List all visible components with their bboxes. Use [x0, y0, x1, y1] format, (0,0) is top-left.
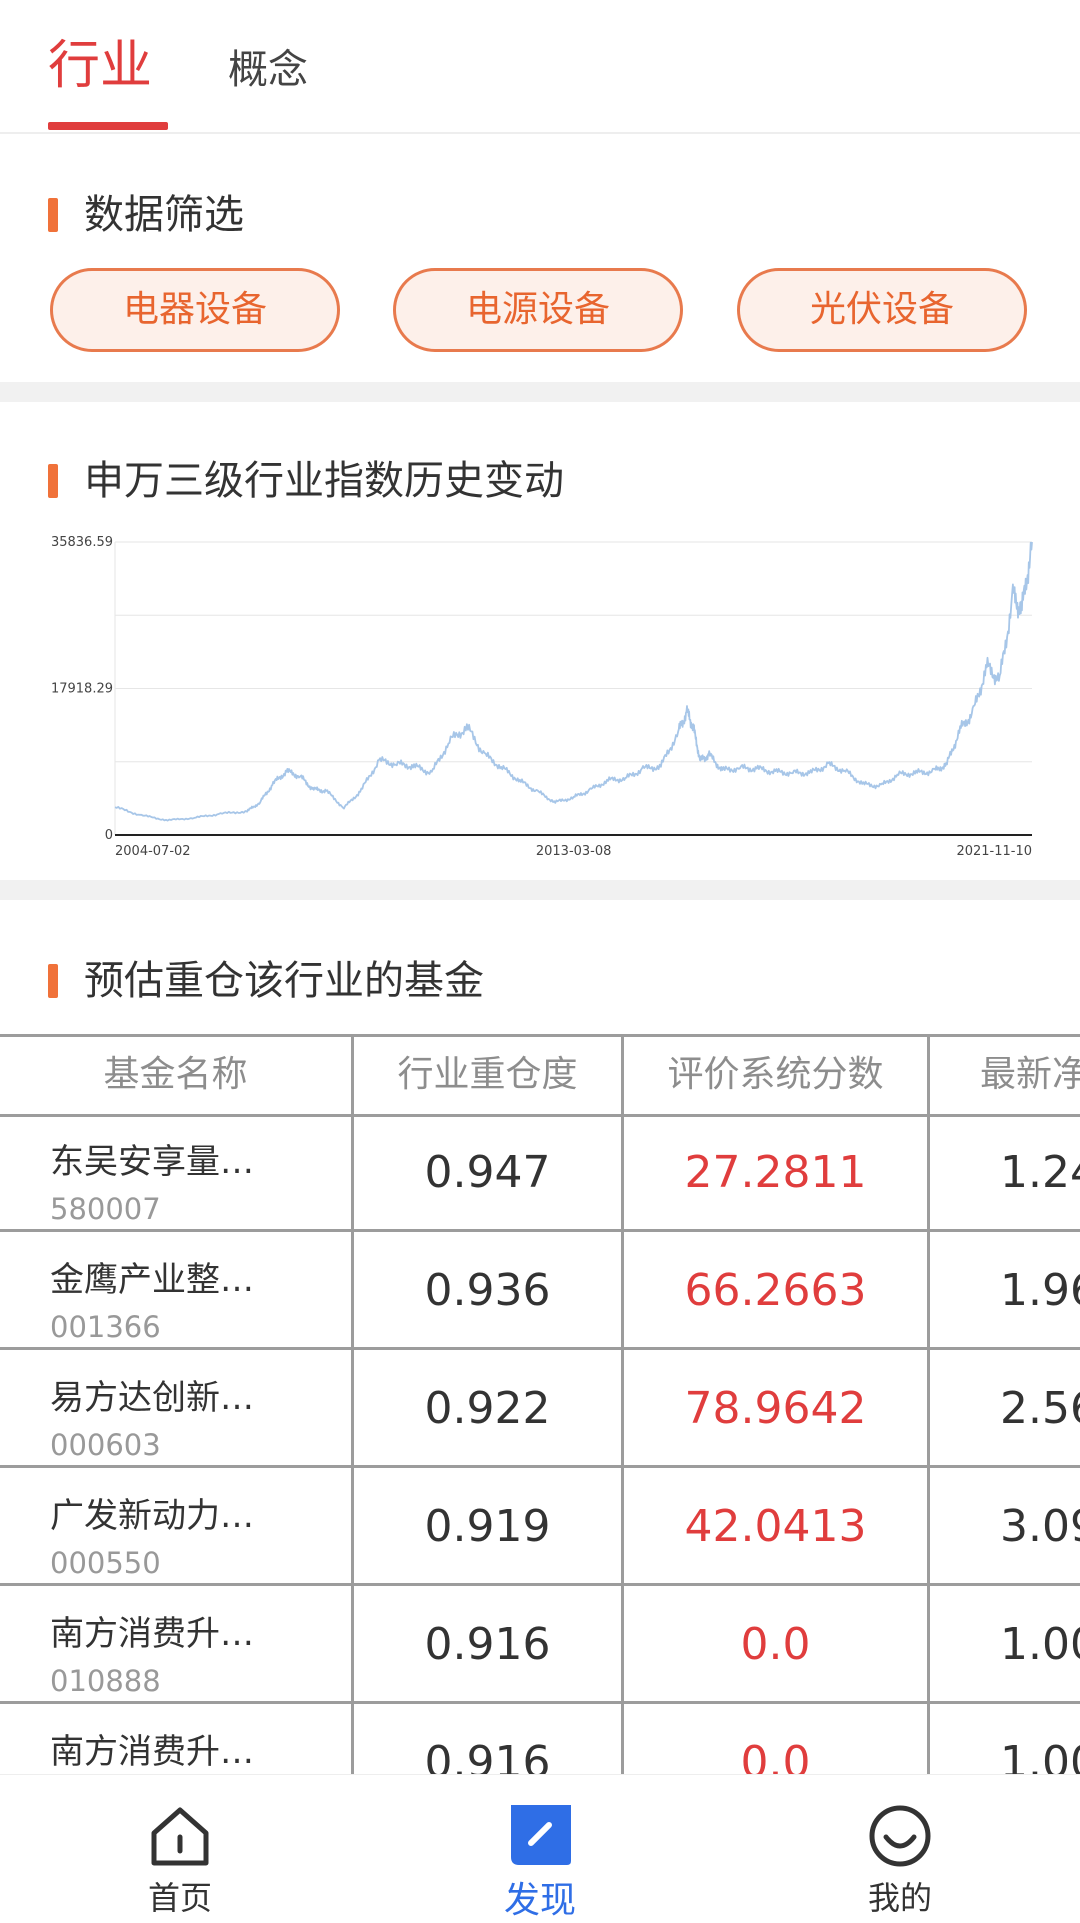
- active-tab-indicator: [48, 122, 168, 130]
- chart-y-tick-label: 35836.59: [51, 535, 113, 550]
- filter-chip-pv-equipment[interactable]: 光伏设备: [737, 268, 1027, 352]
- heading-accent-bar: [48, 464, 58, 498]
- filter-section-title: 数据筛选: [84, 192, 244, 238]
- rating-score-value: 0.0: [624, 1704, 930, 1774]
- chart-x-tick-label: 2004-07-02: [115, 844, 191, 859]
- fund-name-cell: 易方达创新… 000603: [0, 1350, 354, 1468]
- table-row[interactable]: 金鹰产业整… 001366 0.936 66.2663 1.96: [0, 1232, 1080, 1350]
- nav-discover-label: 发现: [503, 1880, 576, 1921]
- table-header-row: 基金名称 行业重仓度 评价系统分数 最新净: [0, 1034, 1080, 1117]
- latest-nav-value: 2.56: [930, 1350, 1080, 1468]
- fund-code: 580007: [50, 1192, 161, 1226]
- industry-weight-value: 0.936: [354, 1232, 624, 1350]
- chart-x-tick-label: 2013-03-08: [536, 844, 612, 859]
- nav-home[interactable]: 首页: [60, 1775, 300, 1921]
- heading-accent-bar: [48, 964, 58, 998]
- fund-name-cell: 金鹰产业整… 001366: [0, 1232, 354, 1350]
- filter-chip-power-equipment[interactable]: 电源设备: [393, 268, 683, 352]
- chart-x-tick-label: 2021-11-10: [956, 844, 1032, 859]
- fund-name: 广发新动力…: [50, 1496, 254, 1536]
- chart-y-tick-label: 0: [105, 828, 113, 843]
- rating-score-value: 42.0413: [624, 1468, 930, 1586]
- latest-nav-value: 1.00: [930, 1586, 1080, 1704]
- column-header-industry-weight[interactable]: 行业重仓度: [354, 1037, 624, 1117]
- nav-discover[interactable]: 发现: [420, 1775, 660, 1921]
- column-header-rating-score[interactable]: 评价系统分数: [624, 1037, 930, 1117]
- rating-score-value: 78.9642: [624, 1350, 930, 1468]
- fund-name: 易方达创新…: [50, 1378, 254, 1418]
- fund-name-cell: 东吴安享量… 580007: [0, 1114, 354, 1232]
- industry-weight-value: 0.922: [354, 1350, 624, 1468]
- fund-code: 001366: [50, 1310, 161, 1344]
- section-divider: [0, 880, 1080, 900]
- fund-name-cell: 南方消费升… 010888: [0, 1586, 354, 1704]
- table-row[interactable]: 南方消费升… 0.916 0.0 1.00: [0, 1704, 1080, 1774]
- fund-table: 基金名称 行业重仓度 评价系统分数 最新净 东吴安享量… 580007 0.94…: [0, 1034, 1080, 1774]
- chart-section-title: 申万三级行业指数历史变动: [84, 458, 564, 504]
- fund-name-cell: 广发新动力… 000550: [0, 1468, 354, 1586]
- industry-weight-value: 0.916: [354, 1704, 624, 1774]
- chart-series-line: [114, 541, 1033, 822]
- fund-code: 000603: [50, 1428, 161, 1462]
- fund-name: 金鹰产业整…: [50, 1260, 254, 1300]
- latest-nav-value: 3.09: [930, 1468, 1080, 1586]
- fund-code: 010888: [50, 1664, 161, 1698]
- industry-weight-value: 0.947: [354, 1114, 624, 1232]
- column-header-fund-name[interactable]: 基金名称: [0, 1037, 354, 1117]
- table-row[interactable]: 广发新动力… 000550 0.919 42.0413 3.09: [0, 1468, 1080, 1586]
- chart-svg: 0 17918.29 35836.59 2004-07-02 2013-03-08 202…: [51, 535, 1033, 859]
- filter-chip-electrical-equipment[interactable]: 电器设备: [50, 268, 340, 352]
- column-header-latest-nav[interactable]: 最新净: [930, 1037, 1080, 1117]
- table-row[interactable]: 南方消费升… 010888 0.916 0.0 1.00: [0, 1586, 1080, 1704]
- industry-weight-value: 0.919: [354, 1468, 624, 1586]
- heading-accent-bar: [48, 198, 58, 232]
- discover-icon: [511, 1805, 571, 1865]
- fund-section-title: 预估重仓该行业的基金: [84, 958, 484, 1004]
- table-row[interactable]: 东吴安享量… 580007 0.947 27.2811 1.24: [0, 1114, 1080, 1232]
- tab-industry[interactable]: 行业: [48, 36, 152, 96]
- nav-profile[interactable]: 我的: [780, 1775, 1020, 1921]
- nav-home-label: 首页: [147, 1879, 212, 1917]
- profile-icon: [869, 1805, 931, 1867]
- tab-concept[interactable]: 概念: [228, 40, 308, 100]
- section-divider: [0, 382, 1080, 402]
- fund-name-cell: 南方消费升…: [0, 1704, 354, 1774]
- bottom-nav-bar: 首页 发现 我的: [0, 1774, 1080, 1921]
- chart-y-tick-label: 17918.29: [51, 682, 113, 697]
- fund-name: 东吴安享量…: [50, 1142, 254, 1182]
- fund-name: 南方消费升…: [50, 1614, 254, 1654]
- fund-code: 000550: [50, 1546, 161, 1580]
- latest-nav-value: 1.96: [930, 1232, 1080, 1350]
- industry-weight-value: 0.916: [354, 1586, 624, 1704]
- table-row[interactable]: 易方达创新… 000603 0.922 78.9642 2.56: [0, 1350, 1080, 1468]
- index-history-chart: 0 17918.29 35836.59 2004-07-02 2013-03-08 202…: [0, 520, 1080, 860]
- nav-profile-label: 我的: [867, 1879, 932, 1917]
- latest-nav-value: 1.00: [930, 1704, 1080, 1774]
- rating-score-value: 0.0: [624, 1586, 930, 1704]
- top-tab-bar: 行业 概念: [0, 0, 1080, 134]
- rating-score-value: 66.2663: [624, 1232, 930, 1350]
- home-icon: [151, 1807, 209, 1866]
- rating-score-value: 27.2811: [624, 1114, 930, 1232]
- fund-name: 南方消费升…: [50, 1732, 254, 1772]
- latest-nav-value: 1.24: [930, 1114, 1080, 1232]
